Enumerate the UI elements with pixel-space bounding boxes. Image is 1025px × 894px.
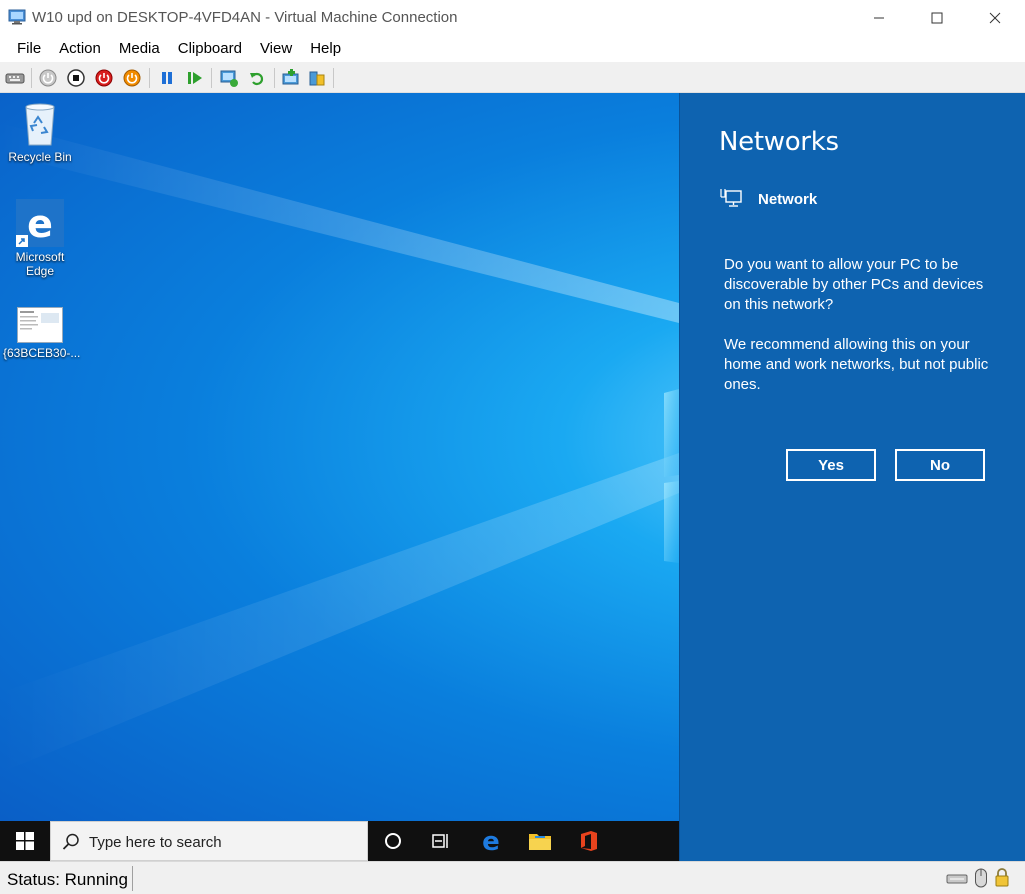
title-bar: W10 upd on DESKTOP-4VFD4AN - Virtual Mac…: [0, 0, 1025, 35]
keyboard-icon: [5, 73, 25, 84]
network-name: Network: [758, 191, 818, 208]
shut-down-button[interactable]: [93, 67, 115, 89]
task-view-button[interactable]: [417, 821, 465, 861]
keyboard-icon: [946, 874, 968, 884]
power-grey-icon: [39, 69, 57, 87]
menu-action[interactable]: Action: [50, 35, 110, 62]
discoverable-question: Do you want to allow your PC to be disco…: [724, 256, 984, 313]
svg-text:e: e: [27, 202, 53, 246]
desktop-icon-label: Microsoft Edge: [15, 250, 65, 278]
taskbar-file-explorer-button[interactable]: [516, 821, 564, 861]
close-button[interactable]: [966, 0, 1024, 35]
save-state-button[interactable]: [121, 67, 143, 89]
vm-screen[interactable]: Recycle Bin e Microsoft Edge {63BCEB30-.…: [0, 93, 1025, 861]
menu-file[interactable]: File: [8, 35, 50, 62]
start-button[interactable]: [0, 821, 50, 861]
networks-flyout: Networks Network Do you want to allow yo…: [679, 93, 1025, 861]
status-bar: Status: Running: [0, 861, 1025, 894]
status-divider: [132, 866, 133, 891]
desktop-icon-label: Recycle Bin: [8, 150, 72, 164]
power-orange-icon: [123, 69, 141, 87]
taskbar: Type here to search e: [0, 821, 679, 861]
share-button[interactable]: [306, 67, 328, 89]
cortana-icon: [385, 833, 401, 849]
folder-icon: [529, 834, 551, 850]
cortana-button[interactable]: [369, 821, 417, 861]
revert-button[interactable]: [246, 67, 268, 89]
windows-logo-icon: [16, 832, 34, 850]
edge-icon: e: [482, 829, 500, 853]
office-icon: [581, 831, 597, 851]
checkpoint-icon: [220, 70, 238, 87]
recycle-bin-icon: [25, 103, 55, 146]
resume-button[interactable]: [184, 67, 206, 89]
menu-view[interactable]: View: [251, 35, 301, 62]
search-icon: [62, 833, 79, 850]
desktop-icon-label: {63BCEB30-...: [3, 346, 81, 360]
flyout-title: Networks: [719, 127, 839, 157]
maximize-button[interactable]: [908, 0, 966, 35]
stop-icon: [67, 69, 85, 87]
checkpoint-button[interactable]: [218, 67, 240, 89]
yes-button[interactable]: Yes: [786, 449, 876, 481]
menu-bar: File Action Media Clipboard View Help: [0, 35, 1025, 62]
enhanced-session-icon: [282, 69, 299, 85]
search-placeholder: Type here to search: [89, 834, 222, 851]
task-view-icon: [432, 834, 448, 848]
power-red-icon: [95, 69, 113, 87]
pause-icon: [162, 72, 172, 84]
mouse-icon: [975, 868, 987, 888]
minimize-button[interactable]: [850, 0, 908, 35]
enhanced-session-button[interactable]: [280, 67, 302, 89]
shortcut-arrow-icon: [16, 235, 28, 247]
ethernet-icon: [720, 189, 742, 207]
vm-connection-icon: [8, 9, 26, 25]
menu-media[interactable]: Media: [110, 35, 169, 62]
no-button[interactable]: No: [895, 449, 985, 481]
toolbar: [0, 62, 1025, 93]
taskbar-edge-button[interactable]: e: [467, 821, 515, 861]
svg-text:e: e: [482, 829, 500, 853]
image-file-icon: [17, 307, 63, 343]
share-icon: [309, 71, 325, 86]
taskbar-search-box[interactable]: Type here to search: [50, 821, 368, 861]
revert-icon: [250, 72, 264, 86]
desktop-icon-recycle-bin[interactable]: Recycle Bin: [3, 101, 77, 164]
play-icon: [188, 72, 202, 84]
start-vm-button[interactable]: [37, 67, 59, 89]
menu-help[interactable]: Help: [301, 35, 350, 62]
menu-clipboard[interactable]: Clipboard: [169, 35, 251, 62]
vm-status: Status: Running: [7, 870, 128, 889]
desktop-icon-microsoft-edge[interactable]: e Microsoft Edge: [3, 199, 77, 278]
desktop-icon-screenshot-file[interactable]: {63BCEB30-...: [3, 307, 81, 360]
window-title: W10 upd on DESKTOP-4VFD4AN - Virtual Mac…: [32, 9, 458, 26]
recommendation-text: We recommend allowing this on your home …: [724, 336, 989, 393]
turn-off-button[interactable]: [65, 67, 87, 89]
taskbar-office-button[interactable]: [565, 821, 613, 861]
pause-button[interactable]: [156, 67, 178, 89]
ctrl-alt-del-button[interactable]: [4, 67, 26, 89]
lock-icon: [995, 868, 1009, 887]
